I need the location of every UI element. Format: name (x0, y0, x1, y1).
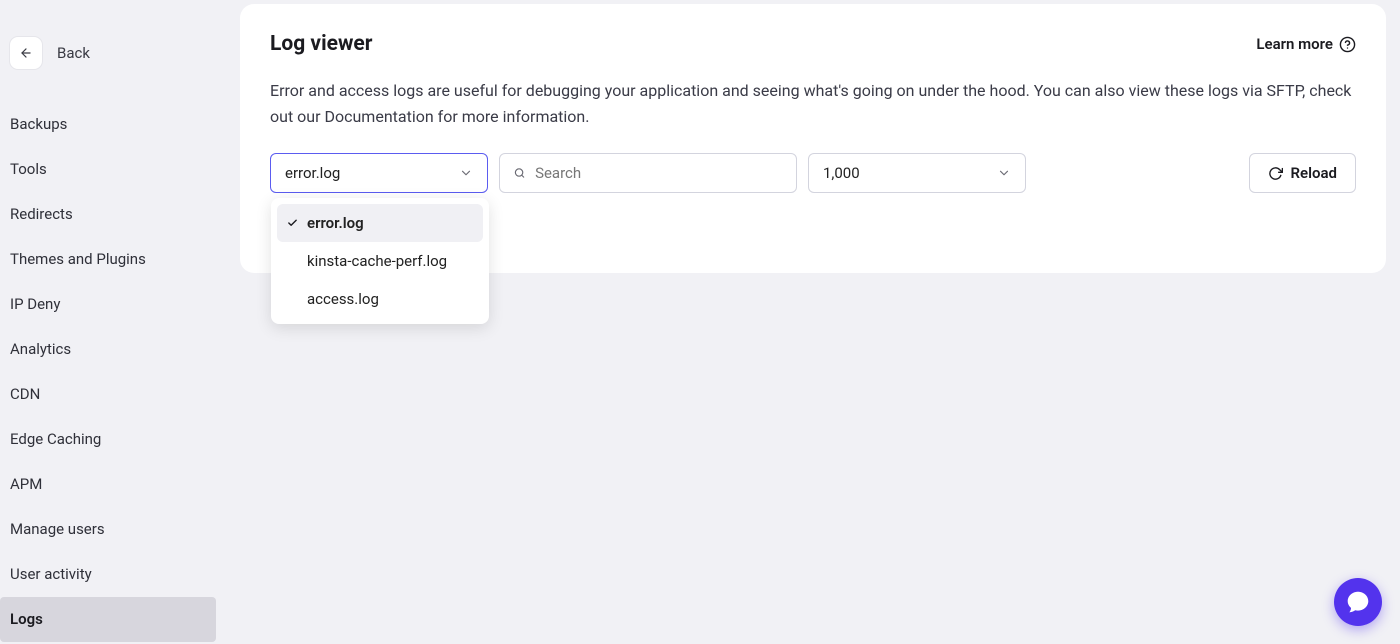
chevron-down-icon (459, 166, 473, 180)
log-file-dropdown: error.log kinsta-cache-perf.log access.l… (271, 198, 489, 324)
dropdown-option-access-log[interactable]: access.log (277, 280, 483, 318)
sidebar-item-user-activity[interactable]: User activity (0, 552, 216, 597)
sidebar-item-themes-plugins[interactable]: Themes and Plugins (0, 237, 216, 282)
search-input[interactable] (535, 164, 782, 182)
log-file-select-value: error.log (285, 164, 459, 182)
back-icon-circle[interactable] (9, 36, 43, 70)
check-icon (287, 218, 298, 229)
dropdown-option-label: access.log (307, 290, 379, 308)
sidebar-item-analytics[interactable]: Analytics (0, 327, 216, 372)
page-description: Error and access logs are useful for deb… (270, 78, 1356, 129)
sidebar-item-manage-users[interactable]: Manage users (0, 507, 216, 552)
sidebar-item-apm[interactable]: APM (0, 462, 216, 507)
reload-button[interactable]: Reload (1249, 153, 1357, 193)
chevron-down-icon (997, 166, 1011, 180)
dropdown-option-kinsta-cache[interactable]: kinsta-cache-perf.log (277, 242, 483, 280)
help-circle-icon (1339, 36, 1356, 53)
sidebar: Back Backups Tools Redirects Themes and … (0, 0, 216, 644)
chat-icon (1346, 590, 1370, 614)
log-file-select[interactable]: error.log error.log kinsta-cache-perf.lo… (270, 153, 488, 193)
sidebar-item-tools[interactable]: Tools (0, 147, 216, 192)
learn-more-label: Learn more (1256, 35, 1333, 53)
sidebar-item-ip-deny[interactable]: IP Deny (0, 282, 216, 327)
help-fab[interactable] (1334, 578, 1382, 626)
dropdown-option-label: kinsta-cache-perf.log (307, 252, 447, 270)
log-viewer-card: Log viewer Learn more Error and access l… (240, 4, 1386, 273)
sidebar-item-cdn[interactable]: CDN (0, 372, 216, 417)
dropdown-option-label: error.log (307, 214, 364, 232)
learn-more-link[interactable]: Learn more (1256, 35, 1356, 53)
sidebar-item-redirects[interactable]: Redirects (0, 192, 216, 237)
back-label: Back (57, 44, 90, 62)
count-select-value: 1,000 (823, 164, 997, 182)
dropdown-option-error-log[interactable]: error.log (277, 204, 483, 242)
count-select[interactable]: 1,000 (808, 153, 1026, 193)
reload-icon (1268, 166, 1283, 181)
search-icon (514, 167, 525, 179)
back-button[interactable]: Back (0, 36, 216, 102)
arrow-left-icon (19, 46, 33, 60)
sidebar-item-edge-caching[interactable]: Edge Caching (0, 417, 216, 462)
page-title: Log viewer (270, 32, 372, 56)
reload-label: Reload (1291, 164, 1338, 182)
search-box[interactable] (499, 153, 797, 193)
sidebar-item-logs[interactable]: Logs (0, 597, 216, 642)
sidebar-item-backups[interactable]: Backups (0, 102, 216, 147)
